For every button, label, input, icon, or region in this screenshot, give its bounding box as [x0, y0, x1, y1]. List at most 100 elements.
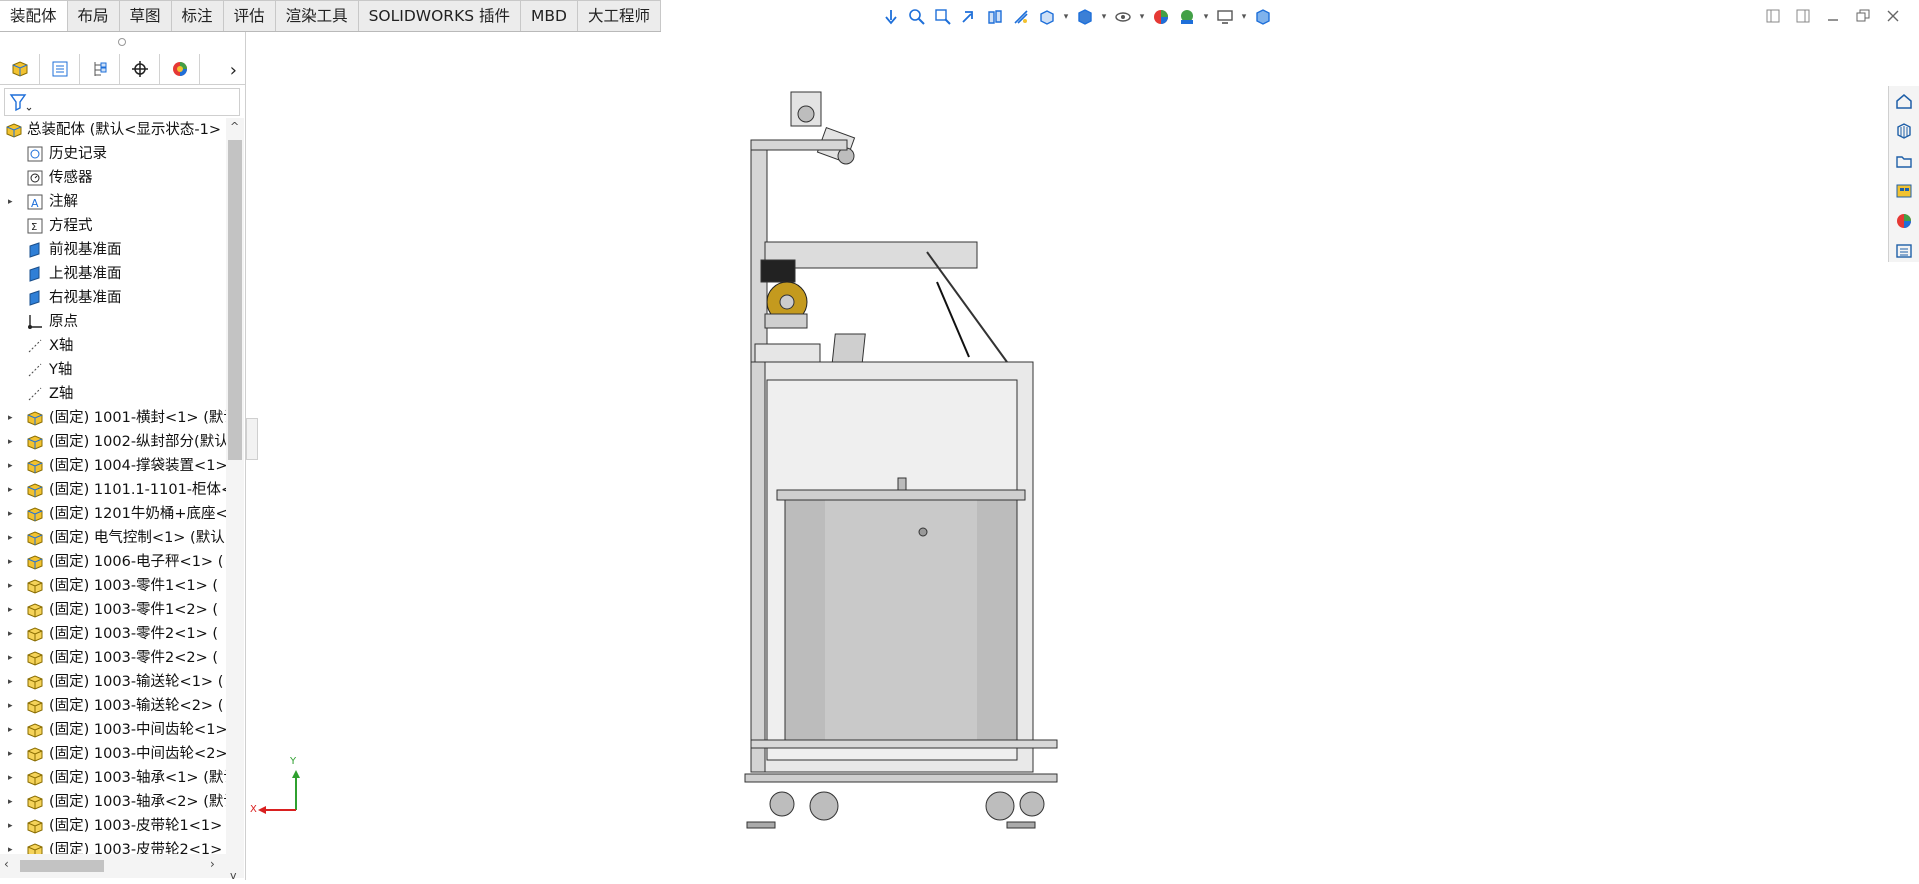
- expand-icon[interactable]: ▸: [8, 718, 13, 742]
- filter-icon[interactable]: [9, 92, 33, 114]
- display-manager-icon[interactable]: [160, 54, 200, 84]
- tree-item[interactable]: Y轴: [0, 358, 228, 382]
- tab-solidworks-addins[interactable]: SOLIDWORKS 插件: [358, 0, 522, 31]
- tree-filter[interactable]: [4, 88, 240, 116]
- 3d-content-icon[interactable]: [1889, 116, 1919, 146]
- featuremanager-icon[interactable]: [0, 54, 40, 84]
- expand-icon[interactable]: ▸: [8, 574, 13, 598]
- expand-icon[interactable]: ▸: [8, 454, 13, 478]
- custom-properties-icon[interactable]: [1889, 236, 1919, 266]
- expand-icon[interactable]: ▸: [8, 694, 13, 718]
- tree-item[interactable]: 传感器: [0, 166, 228, 190]
- expand-icon[interactable]: ▸: [8, 742, 13, 766]
- view-settings-icon[interactable]: [1036, 7, 1058, 27]
- tree-item[interactable]: ▸ (固定) 1003-零件2<1> (: [0, 622, 228, 646]
- file-explorer-icon[interactable]: [1889, 146, 1919, 176]
- tab-evaluate[interactable]: 评估: [223, 0, 276, 31]
- tree-item[interactable]: 前视基准面: [0, 238, 228, 262]
- scrollbar-thumb[interactable]: [228, 140, 242, 460]
- tree-item[interactable]: ▸ (固定) 1003-零件1<1> (: [0, 574, 228, 598]
- tab-sketch[interactable]: 草图: [119, 0, 172, 31]
- scroll-right-icon[interactable]: ›: [210, 857, 215, 871]
- tree-item[interactable]: ▸ (固定) 1003-轴承<1> (默认: [0, 766, 228, 790]
- expand-icon[interactable]: ▸: [8, 790, 13, 814]
- dynamic-annotation-icon[interactable]: [1010, 7, 1032, 27]
- view-palette-icon[interactable]: [1889, 176, 1919, 206]
- close-icon[interactable]: [1883, 6, 1903, 26]
- expand-icon[interactable]: ▸: [8, 598, 13, 622]
- tree-item[interactable]: ▸ (固定) 1003-中间齿轮<2>: [0, 742, 228, 766]
- expand-icon[interactable]: ▸: [8, 406, 13, 430]
- tree-vertical-scrollbar[interactable]: ^ v: [226, 118, 244, 882]
- tab-engineer[interactable]: 大工程师: [577, 0, 661, 31]
- tab-markup[interactable]: 标注: [171, 0, 224, 31]
- view-orientation-icon[interactable]: [880, 7, 902, 27]
- scroll-left-icon[interactable]: ‹: [4, 857, 9, 871]
- scrollbar-thumb[interactable]: [20, 860, 104, 872]
- tab-layout[interactable]: 布局: [67, 0, 120, 31]
- tree-item[interactable]: ▸ (固定) 1002-纵封部分(默认: [0, 430, 228, 454]
- tree-item[interactable]: ▸ (固定) 1003-中间齿轮<1>: [0, 718, 228, 742]
- propertymanager-icon[interactable]: [40, 54, 80, 84]
- expand-icon[interactable]: ▸: [8, 430, 13, 454]
- tree-horizontal-scrollbar[interactable]: ‹ ›: [0, 854, 226, 878]
- zoom-to-fit-icon[interactable]: [906, 7, 928, 27]
- apply-scene-icon[interactable]: [1176, 7, 1198, 27]
- tree-item[interactable]: X轴: [0, 334, 228, 358]
- chevron-down-icon[interactable]: ▾: [1138, 12, 1146, 22]
- restore-icon[interactable]: [1853, 6, 1873, 26]
- tree-item[interactable]: ▸ (固定) 1003-输送轮<2> (: [0, 694, 228, 718]
- tree-item[interactable]: 上视基准面: [0, 262, 228, 286]
- tree-item[interactable]: ▸ (固定) 1004-撑袋装置<1>: [0, 454, 228, 478]
- tab-mbd[interactable]: MBD: [521, 0, 578, 31]
- expand-icon[interactable]: ▸: [8, 766, 13, 790]
- tree-item[interactable]: ▸ (固定) 1003-皮带轮1<1>: [0, 814, 228, 838]
- 3d-view-icon[interactable]: [1252, 7, 1274, 27]
- tree-item[interactable]: ▸ (固定) 1003-轴承<2> (默认: [0, 790, 228, 814]
- tree-item[interactable]: ▸ (固定) 电气控制<1> (默认: [0, 526, 228, 550]
- expand-icon[interactable]: ▸: [8, 622, 13, 646]
- tile-left-icon[interactable]: [1763, 6, 1783, 26]
- tab-render-tools[interactable]: 渲染工具: [275, 0, 359, 31]
- home-icon[interactable]: [1889, 86, 1919, 116]
- minimize-icon[interactable]: [1823, 6, 1843, 26]
- tree-item[interactable]: ▸ (固定) 1003-零件1<2> (: [0, 598, 228, 622]
- tree-item[interactable]: ▸ (固定) 1003-零件2<2> (: [0, 646, 228, 670]
- tree-item[interactable]: ▸ (固定) 1201牛奶桶+底座<: [0, 502, 228, 526]
- expand-icon[interactable]: ▸: [8, 550, 13, 574]
- tree-item[interactable]: ▸ A 注解: [0, 190, 228, 214]
- tree-item[interactable]: Z轴: [0, 382, 228, 406]
- chevron-down-icon[interactable]: ▾: [1202, 12, 1210, 22]
- tree-item[interactable]: ▸ (固定) 1006-电子秤<1> (: [0, 550, 228, 574]
- previous-view-icon[interactable]: [958, 7, 980, 27]
- chevron-down-icon[interactable]: ▾: [1100, 12, 1108, 22]
- display-monitor-icon[interactable]: [1214, 7, 1236, 27]
- graphics-area[interactable]: [247, 32, 1919, 880]
- display-style-icon[interactable]: [1074, 7, 1096, 27]
- tree-item[interactable]: Σ 方程式: [0, 214, 228, 238]
- zoom-to-area-icon[interactable]: [932, 7, 954, 27]
- tree-item[interactable]: ▸ (固定) 1003-输送轮<1> (: [0, 670, 228, 694]
- tab-assembly[interactable]: 装配体: [0, 0, 68, 31]
- scroll-up-icon[interactable]: ^: [230, 120, 239, 133]
- tree-item[interactable]: ▸ (固定) 1001-横封<1> (默认: [0, 406, 228, 430]
- expand-icon[interactable]: ▸: [8, 526, 13, 550]
- dimxpert-icon[interactable]: [120, 54, 160, 84]
- chevron-down-icon[interactable]: ▾: [1240, 12, 1248, 22]
- tree-root[interactable]: 总装配体 (默认<显示状态-1> ^: [0, 118, 228, 142]
- chevron-down-icon[interactable]: ▾: [1062, 12, 1070, 22]
- edit-appearance-icon[interactable]: [1150, 7, 1172, 27]
- tile-right-icon[interactable]: [1793, 6, 1813, 26]
- tree-item[interactable]: 历史记录: [0, 142, 228, 166]
- tree-item[interactable]: ▸ (固定) 1101.1-1101-柜体<: [0, 478, 228, 502]
- appearances-icon[interactable]: [1889, 206, 1919, 236]
- expand-icon[interactable]: ▸: [8, 478, 13, 502]
- expand-icon[interactable]: ▸: [8, 502, 13, 526]
- expand-icon[interactable]: ▸: [8, 670, 13, 694]
- expand-icon[interactable]: ▸: [8, 646, 13, 670]
- expand-icon[interactable]: ▸: [8, 190, 13, 214]
- scroll-down-icon[interactable]: v: [230, 869, 237, 882]
- hide-show-items-icon[interactable]: [1112, 7, 1134, 27]
- tree-item[interactable]: 原点: [0, 310, 228, 334]
- panel-grip[interactable]: [118, 38, 126, 46]
